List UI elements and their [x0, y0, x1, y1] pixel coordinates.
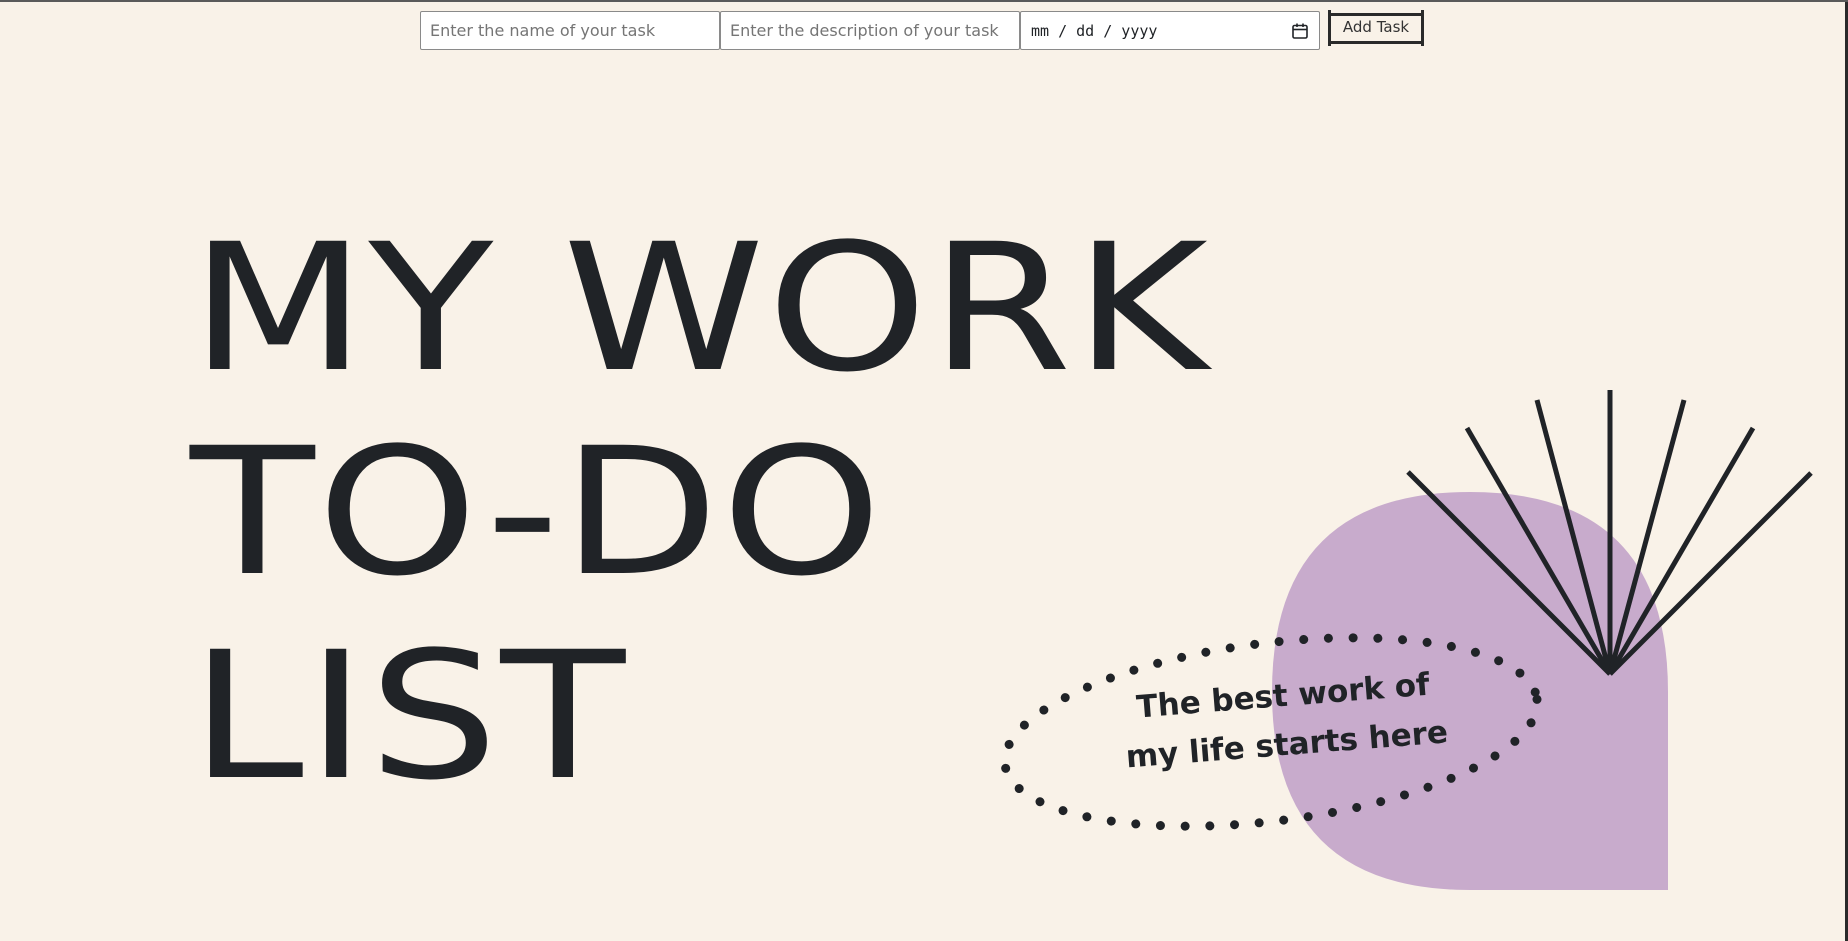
calendar-icon[interactable]: [1291, 22, 1309, 40]
sunburst-lines-icon: [1406, 390, 1813, 676]
date-placeholder: mm / dd / yyyy: [1031, 21, 1158, 40]
title-line-2: TO-DO: [190, 410, 885, 615]
title-line-1: MY WORK: [190, 206, 1211, 411]
task-date-input[interactable]: mm / dd / yyyy: [1020, 11, 1320, 50]
task-form: mm / dd / yyyy Add Task: [420, 10, 1424, 50]
page: mm / dd / yyyy Add Task MY WORK TO-DO LI…: [0, 0, 1848, 941]
task-description-input[interactable]: [720, 11, 1020, 50]
add-task-button[interactable]: Add Task: [1328, 10, 1424, 46]
button-top-border: [1328, 13, 1424, 16]
task-name-input[interactable]: [420, 11, 720, 50]
add-task-label: Add Task: [1342, 18, 1410, 36]
button-bottom-border: [1328, 41, 1424, 44]
